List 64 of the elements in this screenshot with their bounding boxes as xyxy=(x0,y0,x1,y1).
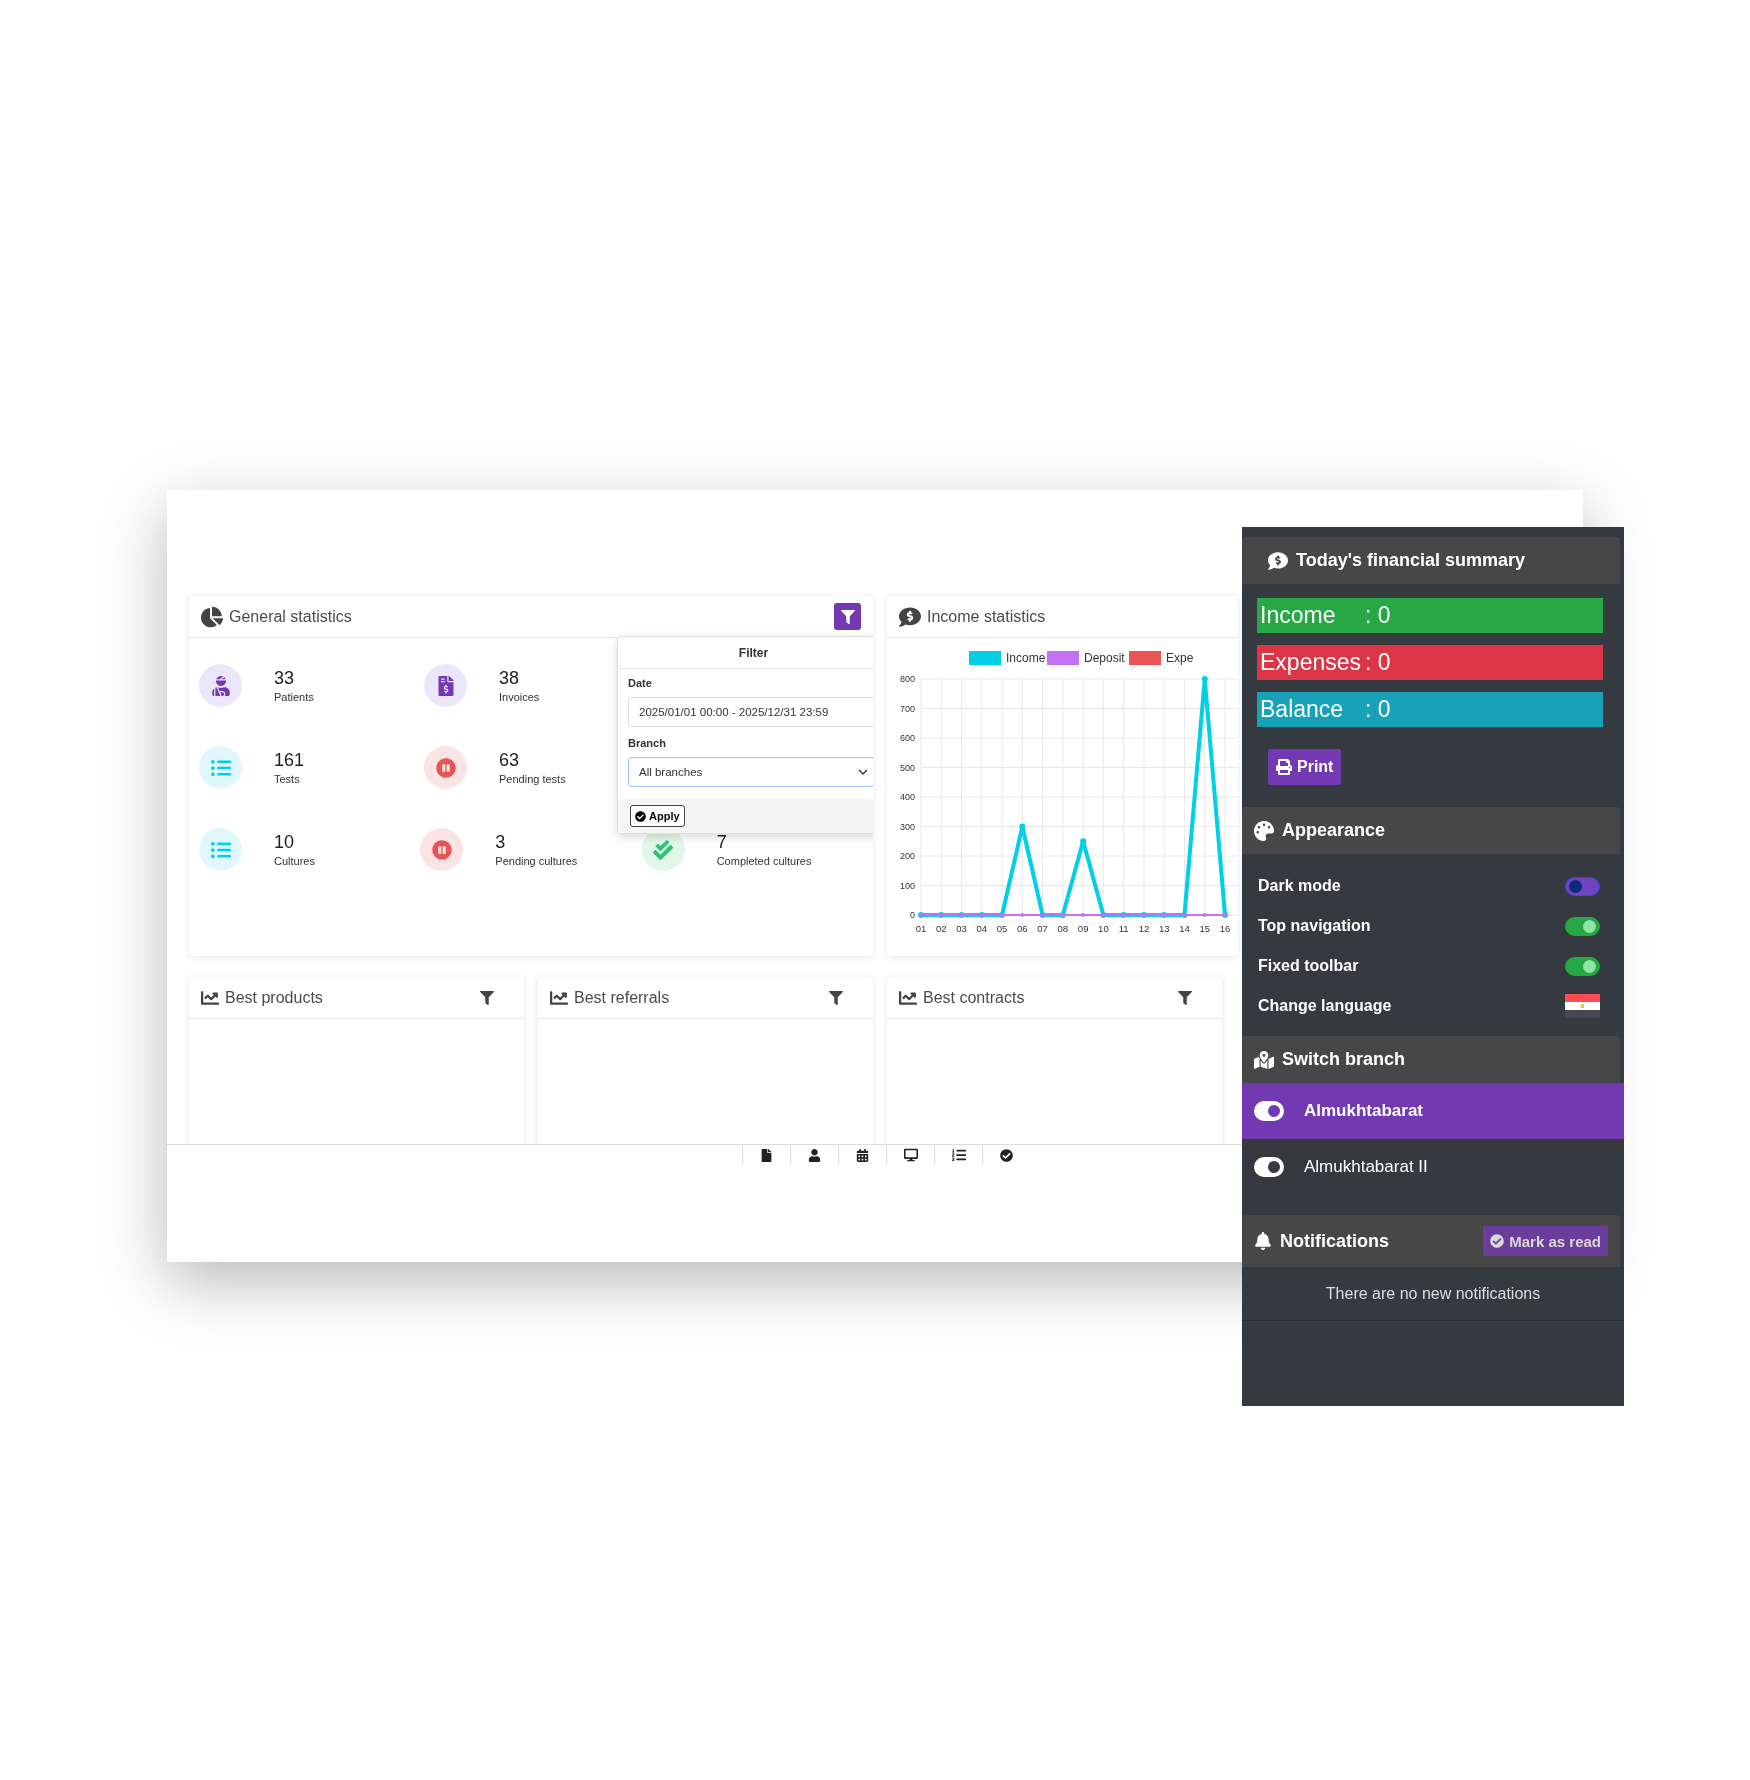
axis-label: 07 xyxy=(1037,923,1048,934)
empty-message: There are no new notifications xyxy=(1325,1284,1541,1303)
stat-value: 161 xyxy=(274,750,305,771)
card-title: General statistics xyxy=(229,607,353,626)
axis-label: 600 xyxy=(899,733,915,743)
legend-label: Deposit xyxy=(1084,651,1125,665)
stat-value: 7 xyxy=(716,832,728,853)
stat-value: 38 xyxy=(499,668,521,689)
card-title: Best referrals xyxy=(574,988,671,1007)
section-title: Appearance xyxy=(1282,820,1387,841)
card-title: Best contracts xyxy=(923,988,1026,1007)
setting-label: Change language xyxy=(1258,997,1392,1015)
stat-label: Pending cultures xyxy=(495,855,578,867)
summary-value: : 0 xyxy=(1365,696,1391,723)
axis-label: 08 xyxy=(1057,923,1069,934)
legend-label: Income xyxy=(1006,651,1046,665)
summary-label: Expenses xyxy=(1260,649,1362,676)
section-title: Today's financial summary xyxy=(1296,550,1527,571)
axis-label: 200 xyxy=(899,851,915,861)
axis-label: 300 xyxy=(899,821,915,832)
stat-value: 3 xyxy=(495,832,507,853)
axis-label: 14 xyxy=(1179,923,1190,934)
stat-label: Completed cultures xyxy=(716,855,812,867)
axis-label: 15 xyxy=(1199,923,1210,934)
axis-label: 02 xyxy=(936,923,947,934)
stat-label: Pending tests xyxy=(499,773,566,785)
legend-label: Expe xyxy=(1166,651,1194,665)
axis-label: 03 xyxy=(956,923,967,934)
axis-label: 13 xyxy=(1158,923,1170,934)
axis-label: 16 xyxy=(1219,923,1231,934)
stat-value: 33 xyxy=(274,668,296,689)
card-title: Income statistics xyxy=(927,607,1047,626)
axis-label: 01 xyxy=(915,923,927,934)
card-title: Best products xyxy=(225,988,324,1007)
axis-label: 500 xyxy=(899,762,915,773)
axis-label: 700 xyxy=(899,703,915,714)
field-label: Branch xyxy=(628,737,666,749)
stat-label: Patients xyxy=(274,691,314,703)
field-label: Date xyxy=(628,677,652,689)
axis-label: 04 xyxy=(976,923,988,934)
axis-label: 10 xyxy=(1098,923,1109,934)
axis-label: 06 xyxy=(1017,923,1028,934)
summary-value: : 0 xyxy=(1365,649,1391,676)
summary-value: : 0 xyxy=(1365,602,1391,629)
setting-label: Dark mode xyxy=(1258,877,1341,895)
axis-label: 05 xyxy=(996,923,1008,934)
summary-label: Income xyxy=(1260,602,1337,629)
section-title: Switch branch xyxy=(1282,1049,1407,1070)
axis-label: 400 xyxy=(899,792,915,802)
section-title: Notifications xyxy=(1280,1230,1390,1252)
setting-label: Top navigation xyxy=(1258,917,1371,935)
summary-label: Balance xyxy=(1260,696,1345,723)
stat-label: Cultures xyxy=(274,855,315,867)
axis-label: 09 xyxy=(1077,923,1089,934)
axis-label: 0 xyxy=(910,910,915,920)
stat-value: 63 xyxy=(499,750,521,771)
stat-label: Tests xyxy=(274,773,301,785)
axis-label: 100 xyxy=(899,880,915,891)
setting-label: Fixed toolbar xyxy=(1258,957,1359,975)
stat-label: Invoices xyxy=(499,691,540,703)
axis-label: 11 xyxy=(1118,923,1129,934)
axis-label: 800 xyxy=(899,674,915,684)
axis-label: 12 xyxy=(1138,923,1150,934)
stat-value: 10 xyxy=(274,832,296,853)
